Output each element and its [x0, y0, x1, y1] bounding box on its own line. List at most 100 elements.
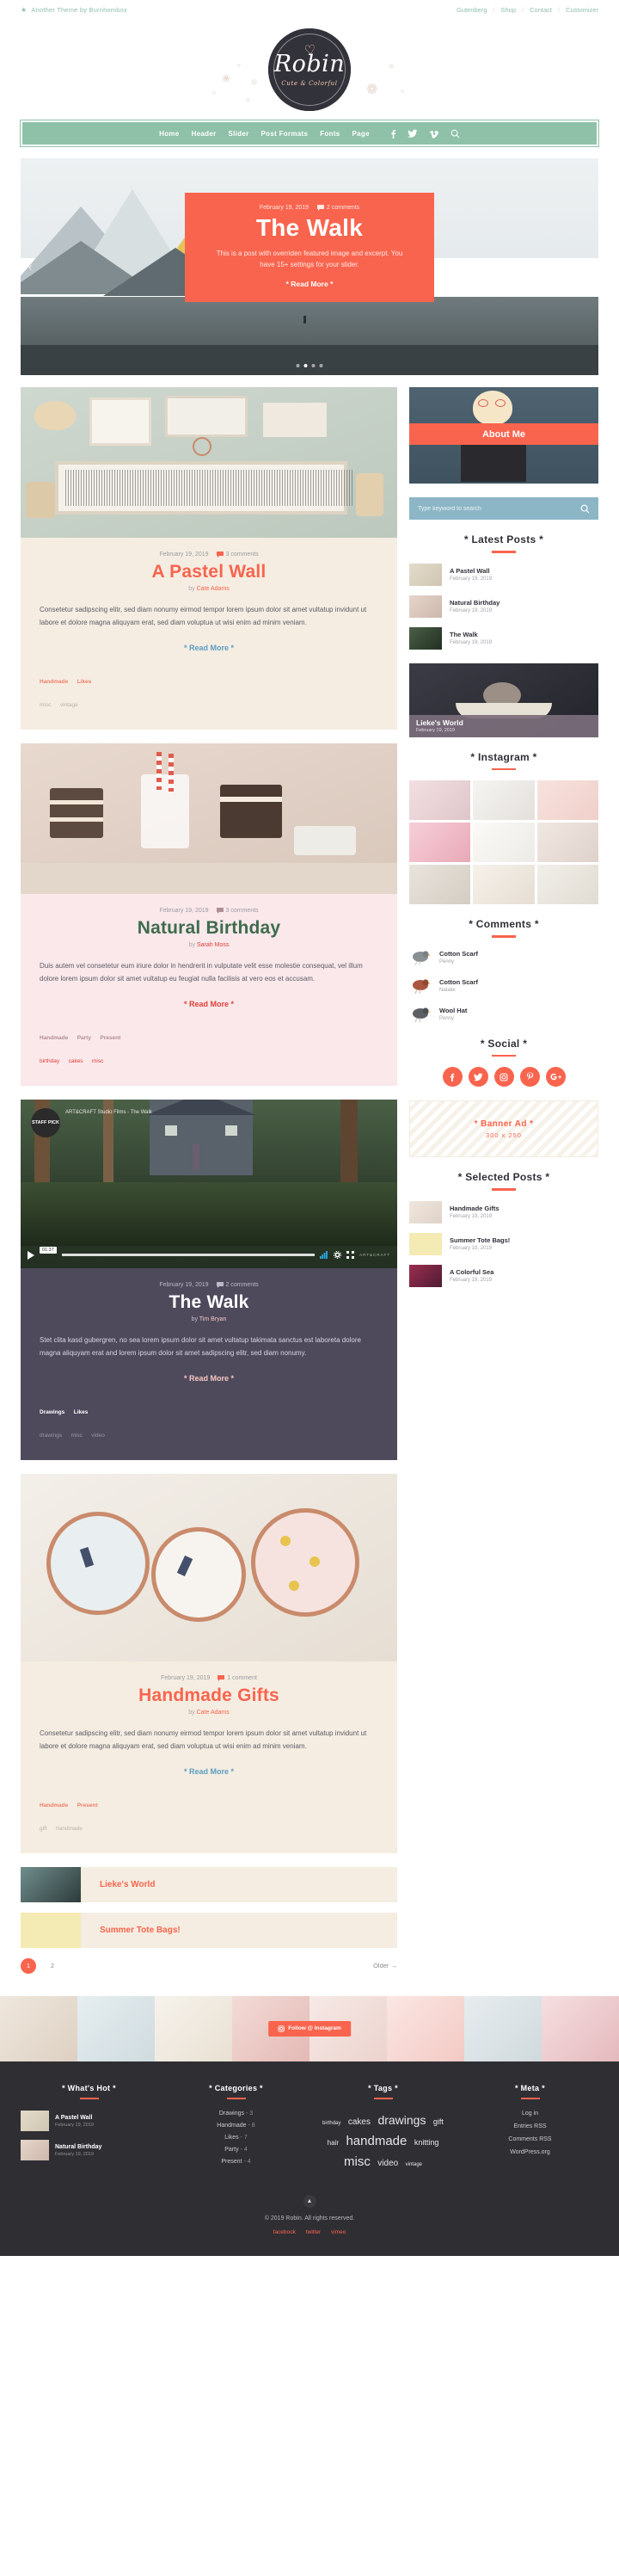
post-read-more-link[interactable]: * Read More *: [40, 644, 378, 652]
footer-hot-item[interactable]: Natural Birthday February 19, 2019: [21, 2140, 157, 2161]
post-author-name[interactable]: Tim Bryan: [199, 1316, 227, 1322]
pagination-current-page[interactable]: 1: [21, 1957, 36, 1974]
instagram-cell[interactable]: [473, 823, 535, 862]
hero-dot[interactable]: [311, 364, 316, 367]
instagram-strip-cell[interactable]: [387, 1995, 464, 2061]
footer-category-link[interactable]: Handmade: [217, 2123, 246, 2129]
video-player[interactable]: STAFF PICK ART&CRAFT Studio Films - The …: [21, 1099, 397, 1268]
post-tag-link[interactable]: gift: [40, 1826, 47, 1832]
selected-post-item[interactable]: Handmade Gifts February 19, 2019: [409, 1200, 598, 1223]
selected-post-item[interactable]: A Colorful Sea February 19, 2019: [409, 1264, 598, 1287]
top-nav-item-contact[interactable]: Contact: [530, 6, 552, 14]
instagram-icon[interactable]: [493, 1067, 514, 1087]
comment-item[interactable]: Cotton Scarf Natalie: [409, 977, 598, 995]
latest-post-item[interactable]: The Walk February 19, 2019: [409, 626, 598, 650]
post-author-name[interactable]: Sarah Moss: [197, 942, 229, 948]
footer-category-link[interactable]: Present: [221, 2159, 242, 2165]
instagram-strip-cell[interactable]: [0, 1995, 77, 2061]
tag-cloud-item[interactable]: birthday: [322, 2121, 340, 2126]
tag-cloud-item[interactable]: drawings: [377, 2113, 426, 2127]
footer-meta-link-entries-rss[interactable]: Entries RSS: [513, 2123, 546, 2129]
pagination-page-2[interactable]: 2: [45, 1958, 60, 1974]
comment-item[interactable]: Wool Hat Penny: [409, 1005, 598, 1024]
top-nav-item-shop[interactable]: Shop: [500, 6, 516, 14]
nav-item-home[interactable]: Home: [159, 130, 179, 138]
instagram-cell[interactable]: [536, 823, 598, 862]
twitter-icon[interactable]: [468, 1067, 488, 1087]
instagram-cell[interactable]: [473, 865, 535, 904]
video-controls[interactable]: 01:37 ART&CRAFT: [21, 1246, 397, 1263]
footer-link-twitter[interactable]: twitter: [306, 2229, 321, 2235]
post-featured-image[interactable]: [21, 1473, 397, 1661]
search-icon[interactable]: [580, 504, 590, 514]
fullscreen-icon[interactable]: [346, 1251, 355, 1260]
nav-item-post-formats[interactable]: Post Formats: [261, 130, 309, 138]
link-post-liekes-world[interactable]: Lieke's World: [21, 1866, 397, 1902]
hero-read-more-link[interactable]: * Read More *: [200, 280, 419, 288]
twitter-icon[interactable]: [407, 129, 418, 139]
post-tag-link[interactable]: vintage: [60, 702, 78, 708]
footer-link-vimeo[interactable]: vimeo: [331, 2229, 346, 2235]
banner-ad[interactable]: * Banner Ad * 300 x 250: [409, 1100, 598, 1157]
instagram-cell[interactable]: [473, 780, 535, 820]
search-input[interactable]: [418, 505, 580, 512]
post-author-name[interactable]: Cate Adams: [197, 586, 230, 592]
instagram-cell[interactable]: [409, 780, 471, 820]
post-title-link[interactable]: Handmade Gifts: [40, 1685, 378, 1706]
post-title-link[interactable]: Natural Birthday: [40, 918, 378, 939]
gear-icon[interactable]: [334, 1251, 342, 1260]
latest-post-item[interactable]: A Pastel Wall February 19, 2019: [409, 563, 598, 586]
featured-card-liekes-world[interactable]: Lieke's World February 19, 2019: [409, 662, 598, 737]
post-category-link[interactable]: Likes: [74, 1409, 89, 1415]
tag-cloud-item[interactable]: misc: [344, 2154, 371, 2169]
post-category-link[interactable]: Handmade: [40, 1803, 68, 1809]
pinterest-icon[interactable]: [519, 1067, 540, 1087]
footer-meta-link-comments-rss[interactable]: Comments RSS: [508, 2136, 551, 2142]
post-title-link[interactable]: A Pastel Wall: [40, 562, 378, 582]
selected-post-item[interactable]: Summer Tote Bags! February 19, 2019: [409, 1232, 598, 1255]
post-category-link[interactable]: Party: [77, 1035, 91, 1041]
nav-item-page[interactable]: Page: [352, 130, 370, 138]
vimeo-icon[interactable]: [429, 129, 439, 139]
tag-cloud-item[interactable]: hair: [328, 2139, 339, 2147]
post-read-more-link[interactable]: * Read More *: [40, 1000, 378, 1008]
footer-meta-link-login[interactable]: Log in: [522, 2111, 538, 2117]
post-tag-link[interactable]: birthday: [40, 1058, 59, 1064]
post-category-link[interactable]: Present: [100, 1035, 120, 1041]
post-tag-link[interactable]: misc: [70, 1433, 82, 1439]
facebook-icon[interactable]: [390, 129, 396, 139]
instagram-strip-cell[interactable]: [542, 1995, 619, 2061]
instagram-strip-cell[interactable]: [464, 1995, 542, 2061]
search-icon[interactable]: [450, 129, 460, 139]
post-category-link[interactable]: Drawings: [40, 1409, 64, 1415]
post-featured-image[interactable]: [21, 743, 397, 894]
facebook-icon[interactable]: [442, 1067, 463, 1087]
post-tag-link[interactable]: misc: [40, 702, 51, 708]
post-tag-link[interactable]: video: [91, 1433, 105, 1439]
hero-dot-active[interactable]: [303, 364, 308, 367]
comment-item[interactable]: Cotton Scarf Penny: [409, 948, 598, 967]
hero-slider[interactable]: February 19, 2019 2 comments The Walk Th…: [21, 158, 598, 375]
instagram-cell[interactable]: [409, 865, 471, 904]
top-nav-item-gutenberg[interactable]: Gutenberg: [457, 6, 487, 14]
post-tag-link[interactable]: handmade: [56, 1826, 83, 1832]
tag-cloud-item[interactable]: knitting: [414, 2138, 439, 2147]
post-category-link[interactable]: Handmade: [40, 679, 68, 685]
instagram-cell[interactable]: [536, 780, 598, 820]
link-post-summer-tote-bags[interactable]: Summer Tote Bags!: [21, 1912, 397, 1948]
top-nav-item-customizer[interactable]: Customizer: [566, 6, 598, 14]
hero-next-arrow[interactable]: ›: [587, 261, 591, 274]
post-tag-link[interactable]: cakes: [69, 1058, 83, 1064]
post-category-link[interactable]: Handmade: [40, 1035, 68, 1041]
instagram-cell[interactable]: [409, 823, 471, 862]
footer-meta-link-wordpress[interactable]: WordPress.org: [510, 2149, 550, 2155]
post-featured-image[interactable]: [21, 387, 397, 538]
footer-category-link[interactable]: Likes: [224, 2135, 238, 2141]
volume-icon[interactable]: [320, 1251, 328, 1260]
footer-category-link[interactable]: Drawings: [219, 2111, 244, 2117]
search-box[interactable]: [409, 497, 598, 520]
footer-hot-item[interactable]: A Pastel Wall February 19, 2019: [21, 2111, 157, 2132]
follow-instagram-button[interactable]: Follow @ Instagram: [268, 2020, 351, 2037]
nav-item-fonts[interactable]: Fonts: [320, 130, 340, 138]
instagram-strip-cell[interactable]: [77, 1995, 155, 2061]
